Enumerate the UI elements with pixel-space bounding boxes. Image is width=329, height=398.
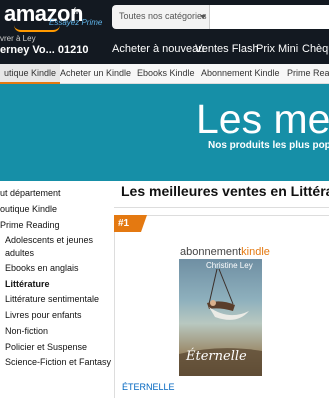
sidebar-item-young-adults-cont[interactable]: adultes: [5, 248, 34, 258]
sidebar-item-children[interactable]: Livres pour enfants: [5, 310, 82, 320]
sidebar-item-romance[interactable]: Littérature sentimentale: [5, 294, 99, 304]
search-input[interactable]: [210, 5, 329, 29]
logo-locale: .fr: [71, 6, 79, 16]
brand-prefix: abonnement: [180, 246, 242, 258]
kindle-unlimited-logo: abonnementkindle: [180, 246, 270, 258]
deliver-to-label[interactable]: vrer à Ley: [0, 34, 36, 43]
cover-author: Christine Ley: [206, 261, 253, 270]
deliver-location[interactable]: erney Vo... 01210: [0, 44, 88, 56]
book-cover-image[interactable]: Christine Ley Éternelle: [179, 259, 262, 376]
product-title-link[interactable]: ÉTERNELLE: [122, 382, 175, 392]
sidebar-item-kindle-store[interactable]: outique Kindle: [0, 204, 57, 214]
sidebar-item-crime[interactable]: Policier et Suspense: [5, 342, 87, 352]
subnav-kindle-subscription[interactable]: Abonnement Kindle: [201, 68, 280, 78]
try-prime-link[interactable]: Essayez Prime: [49, 18, 102, 27]
banner-title: Les mei: [196, 96, 329, 142]
sidebar-item-prime-reading[interactable]: Prime Reading: [0, 220, 60, 230]
sidebar-item-young-adults[interactable]: Adolescents et jeunes: [5, 235, 93, 245]
banner-subtitle: Nos produits les plus popu: [208, 140, 329, 151]
page-title: Les meilleures ventes en Littérat: [121, 183, 329, 199]
amazon-logo[interactable]: amazon .fr Essayez Prime: [4, 1, 104, 32]
sidebar-item-literature: Littérature: [5, 279, 50, 289]
brand-suffix: kindle: [241, 246, 270, 258]
sidebar-item-scifi-fantasy[interactable]: Science-Fiction et Fantasy: [5, 357, 111, 367]
title-divider: [114, 207, 329, 208]
search-category-dropdown[interactable]: Toutes nos catégories: [112, 5, 210, 29]
nav-link-gift-cards[interactable]: Chèque: [302, 43, 329, 55]
caret-down-icon: [200, 15, 206, 19]
cover-title: Éternelle: [186, 349, 247, 364]
bestsellers-banner: Les mei Nos produits les plus popu: [0, 84, 329, 181]
subnav-prime-reading[interactable]: Prime Readi: [287, 68, 329, 78]
sidebar-item-english-ebooks[interactable]: Ebooks en anglais: [5, 263, 79, 273]
rank-number: #1: [118, 218, 130, 229]
nav-link-buy-again[interactable]: Acheter à nouveau: [112, 43, 204, 55]
sidebar-item-non-fiction[interactable]: Non-fiction: [5, 326, 48, 336]
search-category-label: Toutes nos catégories: [119, 11, 207, 21]
subnav-kindle-store[interactable]: utique Kindle: [0, 64, 61, 84]
subnav-kindle-ebooks[interactable]: Ebooks Kindle: [137, 68, 195, 78]
kindle-subnav: utique Kindle Acheter un Kindle Ebooks K…: [0, 64, 329, 84]
subnav-buy-kindle[interactable]: Acheter un Kindle: [60, 68, 131, 78]
nav-link-flash-deals[interactable]: Ventes Flash: [195, 43, 259, 55]
nav-link-low-prices[interactable]: Prix Mini: [256, 43, 298, 55]
top-navigation-bar: amazon .fr Essayez Prime Toutes nos caté…: [0, 0, 329, 64]
sidebar-item-all-departments[interactable]: ut département: [0, 188, 61, 198]
rank-badge: #1: [114, 215, 147, 232]
